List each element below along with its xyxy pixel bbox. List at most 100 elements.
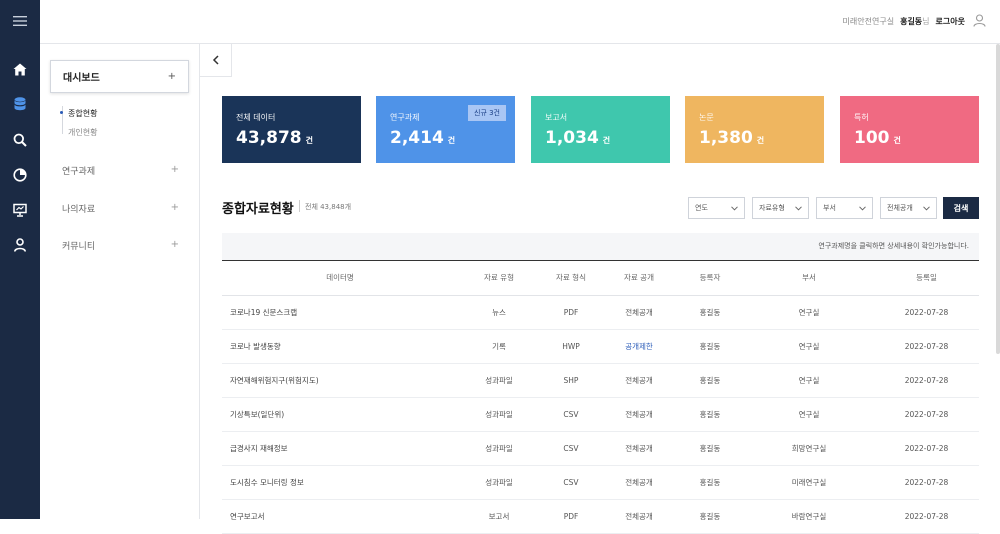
cell-date: 2022-07-28 xyxy=(874,295,979,330)
year-select[interactable]: 연도 xyxy=(688,197,745,219)
header-dept[interactable]: 부서 xyxy=(744,261,874,296)
table-row[interactable]: 기상특보(일단위) 성과파일 CSV 전체공개 홍길동 연구실 2022-07-28 xyxy=(222,397,979,432)
card-label: 보고서 xyxy=(545,113,568,122)
collapse-sidebar-button[interactable] xyxy=(200,44,232,77)
cell-data-name[interactable]: 코로나19 신문스크랩 xyxy=(222,295,458,330)
cell-data-name[interactable]: 자연재해위험지구(위험지도) xyxy=(222,363,458,398)
sidebar-item-dashboard[interactable]: 대시보드 + xyxy=(50,60,189,93)
cell-visibility: 전체공개 xyxy=(602,431,676,466)
cell-visibility: 전체공개 xyxy=(602,363,676,398)
card-value: 43,878 xyxy=(236,128,302,148)
type-select[interactable]: 자료유형 xyxy=(752,197,809,219)
chevron-left-icon xyxy=(212,55,219,65)
stat-card-report[interactable]: 보고서 1,034 건 xyxy=(531,96,670,163)
cell-type: 성과파일 xyxy=(458,465,540,500)
profile-icon[interactable] xyxy=(973,14,986,29)
cell-date: 2022-07-28 xyxy=(874,363,979,398)
cell-format: SHP xyxy=(540,363,602,398)
expand-icon: + xyxy=(167,71,176,82)
stat-card-research[interactable]: 신규 3건 연구과제 2,414 건 xyxy=(376,96,515,163)
chevron-down-icon xyxy=(731,205,738,211)
cell-visibility: 전체공개 xyxy=(602,397,676,432)
sidebar-sub-personal[interactable]: 개인현황 xyxy=(68,127,97,138)
table-row[interactable]: 연구보고서 보고서 PDF 전체공개 홍길동 바람연구실 2022-07-28 xyxy=(222,499,979,534)
cell-dept: 연구실 xyxy=(744,329,874,364)
expand-icon: + xyxy=(170,164,179,175)
cell-data-name[interactable]: 기상특보(일단위) xyxy=(222,397,458,432)
sub-label: 종합현황 xyxy=(68,109,98,118)
pie-chart-icon[interactable] xyxy=(11,166,29,184)
menu-label: 나의자료 xyxy=(62,205,96,215)
card-label: 특허 xyxy=(854,113,869,122)
sidebar-item-mydata[interactable]: 나의자료 + xyxy=(62,202,179,215)
icon-rail xyxy=(0,0,40,519)
card-unit: 건 xyxy=(305,136,313,145)
stat-card-patent[interactable]: 특허 100 건 xyxy=(840,96,979,163)
cell-dept: 연구실 xyxy=(744,363,874,398)
table-row[interactable]: 코로나 발생동향 기록 HWP 공개제한 홍길동 연구실 2022-07-28 xyxy=(222,329,979,364)
cell-dept: 바람연구실 xyxy=(744,499,874,534)
cell-format: PDF xyxy=(540,295,602,330)
cell-type: 보고서 xyxy=(458,499,540,534)
cell-registrant: 홍길동 xyxy=(676,499,744,534)
dashboard-label: 대시보드 xyxy=(63,73,100,84)
cell-format: CSV xyxy=(540,397,602,432)
select-label: 전체공개 xyxy=(887,204,913,212)
header-date[interactable]: 등록일 xyxy=(874,261,979,296)
logout-link[interactable]: 로그아웃 xyxy=(936,16,965,27)
select-label: 부서 xyxy=(823,204,836,212)
select-label: 자료유형 xyxy=(759,204,785,212)
table-row[interactable]: 자연재해위험지구(위험지도) 성과파일 SHP 전체공개 홍길동 연구실 2022-07-2… xyxy=(222,363,979,398)
sidebar-item-research[interactable]: 연구과제 + xyxy=(62,164,179,177)
select-label: 연도 xyxy=(695,204,708,212)
section-title: 종합자료현황 xyxy=(222,202,294,217)
table-row[interactable]: 급경사지 재해정보 성과파일 CSV 전체공개 홍길동 희망연구실 2022-07-28 xyxy=(222,431,979,466)
cell-format: CSV xyxy=(540,465,602,500)
cell-visibility: 전체공개 xyxy=(602,295,676,330)
cell-visibility: 전체공개 xyxy=(602,465,676,500)
cell-data-name[interactable]: 코로나 발생동향 xyxy=(222,329,458,364)
home-icon[interactable] xyxy=(11,60,29,78)
card-label: 연구과제 xyxy=(390,113,420,122)
header-type[interactable]: 자료 유형 xyxy=(458,261,540,296)
scrollbar[interactable] xyxy=(996,44,1000,354)
card-label: 전체 데이터 xyxy=(236,113,276,122)
header-registrant[interactable]: 등록자 xyxy=(676,261,744,296)
card-value: 1,380 xyxy=(699,128,753,148)
cell-type: 뉴스 xyxy=(458,295,540,330)
stat-card-paper[interactable]: 논문 1,380 건 xyxy=(685,96,824,163)
search-icon[interactable] xyxy=(11,131,29,149)
table-row[interactable]: 코로나19 신문스크랩 뉴스 PDF 전체공개 홍길동 연구실 2022-07-28 xyxy=(222,295,979,330)
header-format[interactable]: 자료 형식 xyxy=(540,261,602,296)
cell-type: 기록 xyxy=(458,329,540,364)
user-icon[interactable] xyxy=(11,236,29,254)
card-value: 2,414 xyxy=(390,128,444,148)
chevron-down-icon xyxy=(923,205,930,211)
sidebar: 대시보드 + 종합현황 개인현황 연구과제 + 나의자료 + 커뮤니티 + xyxy=(40,44,200,519)
menu-icon[interactable] xyxy=(11,12,29,30)
search-button[interactable]: 검색 xyxy=(943,197,979,219)
cell-data-name[interactable]: 급경사지 재해정보 xyxy=(222,431,458,466)
table-row[interactable]: 도시침수 모니터링 정보 성과파일 CSV 전체공개 홍길동 미래연구실 2022-07-2… xyxy=(222,465,979,500)
cell-format: HWP xyxy=(540,329,602,364)
dept-select[interactable]: 부서 xyxy=(816,197,873,219)
header-visibility[interactable]: 자료 공개 xyxy=(602,261,676,296)
stat-card-total[interactable]: 전체 데이터 43,878 건 xyxy=(222,96,361,163)
cell-type: 성과파일 xyxy=(458,431,540,466)
visibility-select[interactable]: 전체공개 xyxy=(880,197,937,219)
cell-date: 2022-07-28 xyxy=(874,465,979,500)
presentation-icon[interactable] xyxy=(11,201,29,219)
cell-registrant: 홍길동 xyxy=(676,363,744,398)
sidebar-sub-overview[interactable]: 종합현황 xyxy=(60,108,98,119)
notice-bar: 연구과제명을 클릭하면 상세내용이 확인가능합니다. xyxy=(222,233,979,261)
sidebar-item-community[interactable]: 커뮤니티 + xyxy=(62,239,179,252)
card-unit: 건 xyxy=(447,136,456,145)
top-bar: 미래안전연구실 홍길동 님 로그아웃 xyxy=(40,0,1000,44)
cell-data-name[interactable]: 연구보고서 xyxy=(222,499,458,534)
cell-date: 2022-07-28 xyxy=(874,329,979,364)
header-data-name[interactable]: 데이터명 xyxy=(222,261,458,296)
user-name: 홍길동 xyxy=(900,17,923,26)
cell-registrant: 홍길동 xyxy=(676,431,744,466)
cell-data-name[interactable]: 도시침수 모니터링 정보 xyxy=(222,465,458,500)
database-icon[interactable] xyxy=(11,95,29,113)
